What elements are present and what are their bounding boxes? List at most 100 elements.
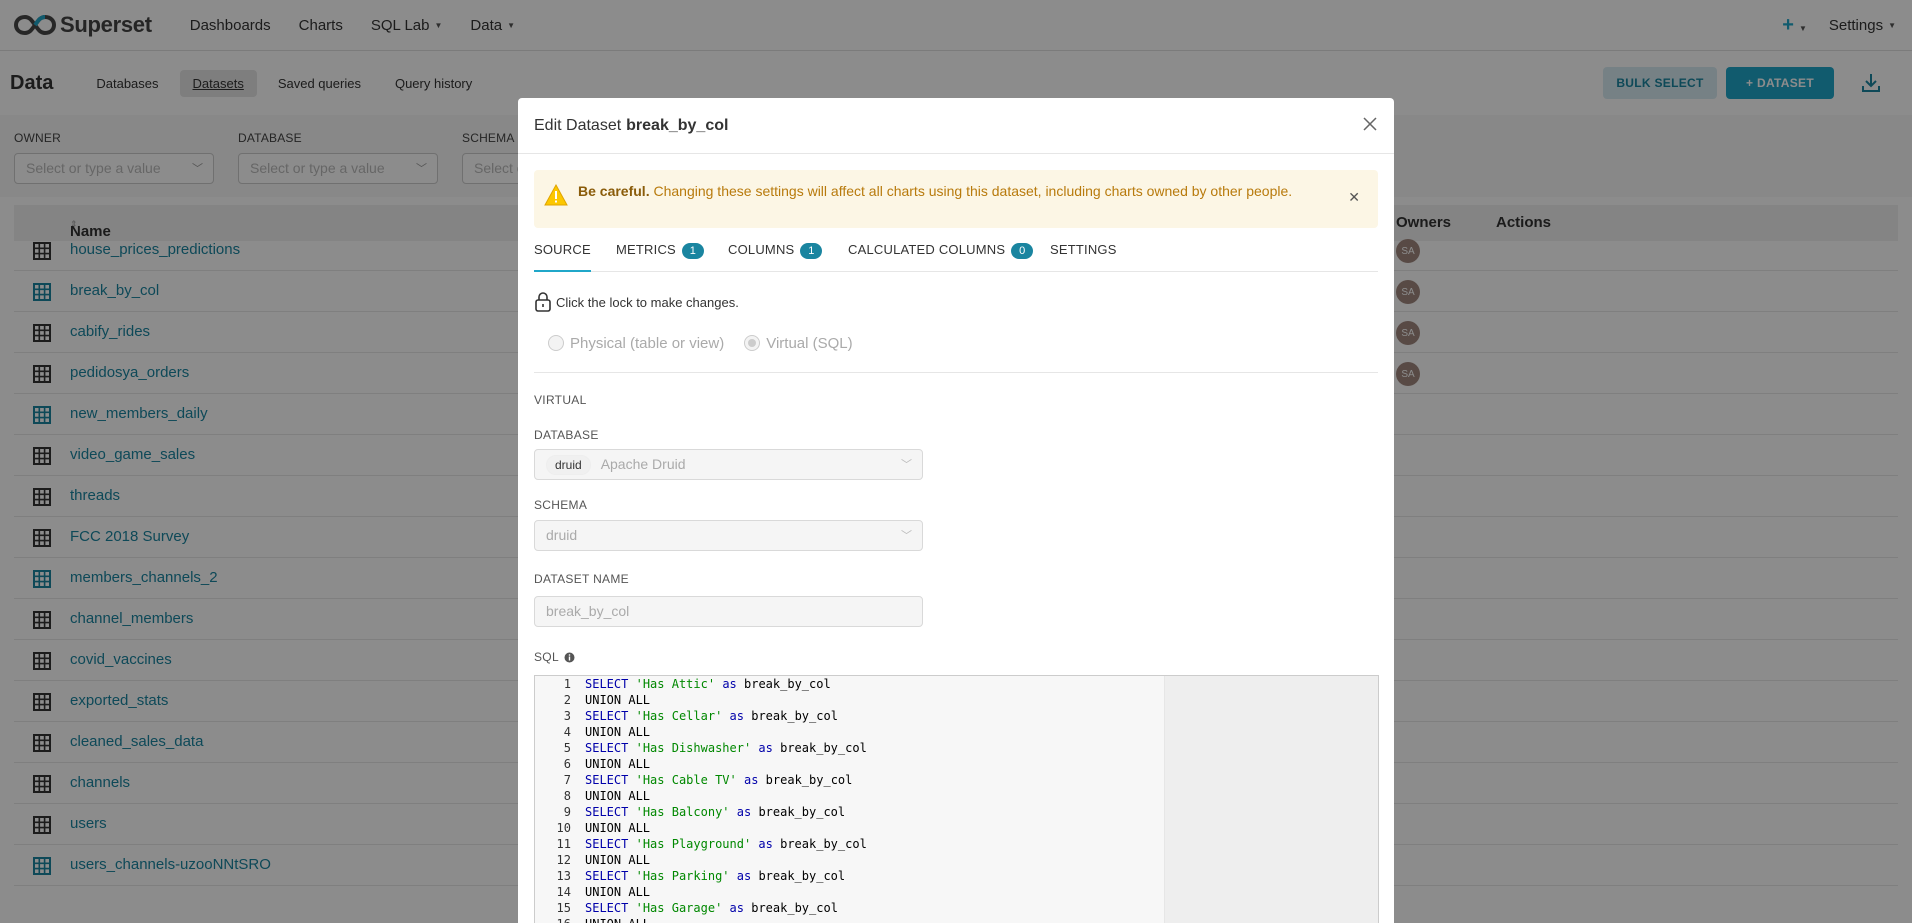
tab-calculated-columns-label: CALCULATED COLUMNS xyxy=(848,242,1006,257)
tab-columns[interactable]: COLUMNS 1 xyxy=(728,242,823,272)
code-text: UNION ALL xyxy=(585,821,651,835)
code-text: SELECT 'Has Parking' as break_by_col xyxy=(585,869,846,883)
radio-physical-circle xyxy=(548,335,564,351)
tab-calculated-columns[interactable]: CALCULATED COLUMNS 0 xyxy=(848,242,1034,272)
columns-count-badge: 1 xyxy=(800,242,823,259)
code-text: SELECT 'Has Cable TV' as break_by_col xyxy=(585,773,853,787)
database-select[interactable]: druid Apache Druid ﹀ xyxy=(534,449,923,480)
warning-icon xyxy=(544,184,568,206)
chevron-down-icon: ﹀ xyxy=(901,530,912,542)
radio-physical-label: Physical (table or view) xyxy=(570,335,725,352)
code-text: UNION ALL xyxy=(585,725,651,739)
lock-row: Click the lock to make changes. xyxy=(534,292,739,312)
code-line: 14 UNION ALL xyxy=(535,884,867,900)
line-number: 2 xyxy=(563,693,571,707)
divider xyxy=(534,372,1378,373)
close-icon[interactable] xyxy=(1362,116,1378,132)
sql-label: SQL xyxy=(534,650,559,664)
lock-hint: Click the lock to make changes. xyxy=(556,294,739,310)
schema-label: SCHEMA xyxy=(534,498,588,512)
line-number: 11 xyxy=(556,837,571,851)
code-line: 5 SELECT 'Has Dishwasher' as break_by_col xyxy=(535,740,867,756)
modal-title-dataset: break_by_col xyxy=(626,116,729,134)
warning-text: Be careful. Changing these settings will… xyxy=(578,180,1308,202)
dataset-name-value: break_by_col xyxy=(546,603,630,619)
schema-select[interactable]: druid ﹀ xyxy=(534,520,923,551)
line-number: 10 xyxy=(556,821,571,835)
code-line: 1 SELECT 'Has Attic' as break_by_col xyxy=(535,676,867,692)
tab-metrics-label: METRICS xyxy=(616,242,676,257)
radio-virtual[interactable]: Virtual (SQL) xyxy=(744,335,853,352)
code-text: UNION ALL xyxy=(585,885,651,899)
tab-settings[interactable]: SETTINGS xyxy=(1050,242,1117,272)
database-value: Apache Druid xyxy=(600,456,686,472)
database-label: DATABASE xyxy=(534,428,599,442)
edit-dataset-modal: Edit Dataset break_by_col Be careful. Cha… xyxy=(518,98,1394,923)
virtual-section-label: VIRTUAL xyxy=(534,393,587,407)
line-number: 15 xyxy=(556,901,571,915)
line-number: 7 xyxy=(563,773,571,787)
line-number: 9 xyxy=(563,805,571,819)
code-line: 9 SELECT 'Has Balcony' as break_by_col xyxy=(535,804,867,820)
dataset-name-label: DATASET NAME xyxy=(534,572,629,586)
code-text: SELECT 'Has Playground' as break_by_col xyxy=(585,837,867,851)
sql-code: 1 SELECT 'Has Attic' as break_by_col 2 UNIO… xyxy=(535,676,867,923)
code-line: 11 SELECT 'Has Playground' as break_by_co… xyxy=(535,836,867,852)
line-number: 8 xyxy=(563,789,571,803)
line-number: 16 xyxy=(535,916,571,923)
code-line: 10 UNION ALL xyxy=(535,820,867,836)
editor-margin-area xyxy=(1165,676,1378,923)
dataset-name-input[interactable]: break_by_col xyxy=(534,596,923,627)
tab-source[interactable]: SOURCE xyxy=(534,242,591,272)
line-number: 6 xyxy=(563,757,571,771)
code-line: 12 UNION ALL xyxy=(535,852,867,868)
line-number: 3 xyxy=(563,709,571,723)
code-line: 3 SELECT 'Has Cellar' as break_by_col xyxy=(535,708,867,724)
radio-virtual-label: Virtual (SQL) xyxy=(766,335,853,352)
code-text: UNION ALL xyxy=(585,789,651,803)
calculated-columns-count-badge: 0 xyxy=(1011,242,1034,259)
radio-virtual-circle xyxy=(744,335,761,351)
code-line: 8 UNION ALL xyxy=(535,788,867,804)
close-alert-icon[interactable]: ✕ xyxy=(1348,189,1360,206)
code-text: UNION ALL xyxy=(585,693,651,707)
code-text: UNION ALL xyxy=(585,757,651,771)
warning-bold: Be careful. xyxy=(578,183,650,199)
code-text: SELECT 'Has Garage' as break_by_col xyxy=(585,901,838,915)
code-text: UNION ALL xyxy=(585,853,651,867)
tab-settings-label: SETTINGS xyxy=(1050,242,1117,257)
lock-icon[interactable] xyxy=(534,292,552,312)
code-line: 15 SELECT 'Has Garage' as break_by_col xyxy=(535,900,867,916)
code-text: SELECT 'Has Cellar' as break_by_col xyxy=(585,709,838,723)
tab-source-label: SOURCE xyxy=(534,242,591,257)
source-type-radios: Physical (table or view) Virtual (SQL) xyxy=(548,335,853,352)
warning-message: Changing these settings will affect all … xyxy=(653,183,1293,199)
line-number: 5 xyxy=(563,741,571,755)
line-number: 13 xyxy=(556,869,571,883)
code-text: SELECT 'Has Attic' as break_by_col xyxy=(585,677,831,691)
code-text: UNION ALL xyxy=(571,916,650,923)
chevron-down-icon: ﹀ xyxy=(901,459,912,471)
modal-tabs: SOURCE METRICS 1 COLUMNS 1 CALCULATED COLU… xyxy=(534,240,1378,272)
code-line: 6 UNION ALL xyxy=(535,756,867,772)
info-icon[interactable] xyxy=(564,652,575,663)
line-number: 12 xyxy=(556,853,571,867)
code-text: SELECT 'Has Dishwasher' as break_by_col xyxy=(585,741,867,755)
modal-title-prefix: Edit Dataset xyxy=(534,116,622,134)
sql-label-row: SQL xyxy=(534,650,575,664)
code-line: 13 SELECT 'Has Parking' as break_by_col xyxy=(535,868,867,884)
line-number: 1 xyxy=(563,677,571,691)
code-line: 2 UNION ALL xyxy=(535,692,867,708)
database-engine-tag: druid xyxy=(546,455,591,475)
sql-editor[interactable]: 1 SELECT 'Has Attic' as break_by_col 2 UNIO… xyxy=(534,675,1379,923)
line-number: 14 xyxy=(556,885,571,899)
code-line: 16UNION ALL xyxy=(535,916,867,923)
code-line: 4 UNION ALL xyxy=(535,724,867,740)
line-number: 4 xyxy=(563,725,571,739)
radio-physical[interactable]: Physical (table or view) xyxy=(548,335,724,352)
code-line: 7 SELECT 'Has Cable TV' as break_by_col xyxy=(535,772,867,788)
modal-header: Edit Dataset break_by_col xyxy=(518,98,1394,154)
warning-alert: Be careful. Changing these settings will… xyxy=(534,170,1378,228)
metrics-count-badge: 1 xyxy=(681,242,704,259)
tab-metrics[interactable]: METRICS 1 xyxy=(616,242,704,272)
